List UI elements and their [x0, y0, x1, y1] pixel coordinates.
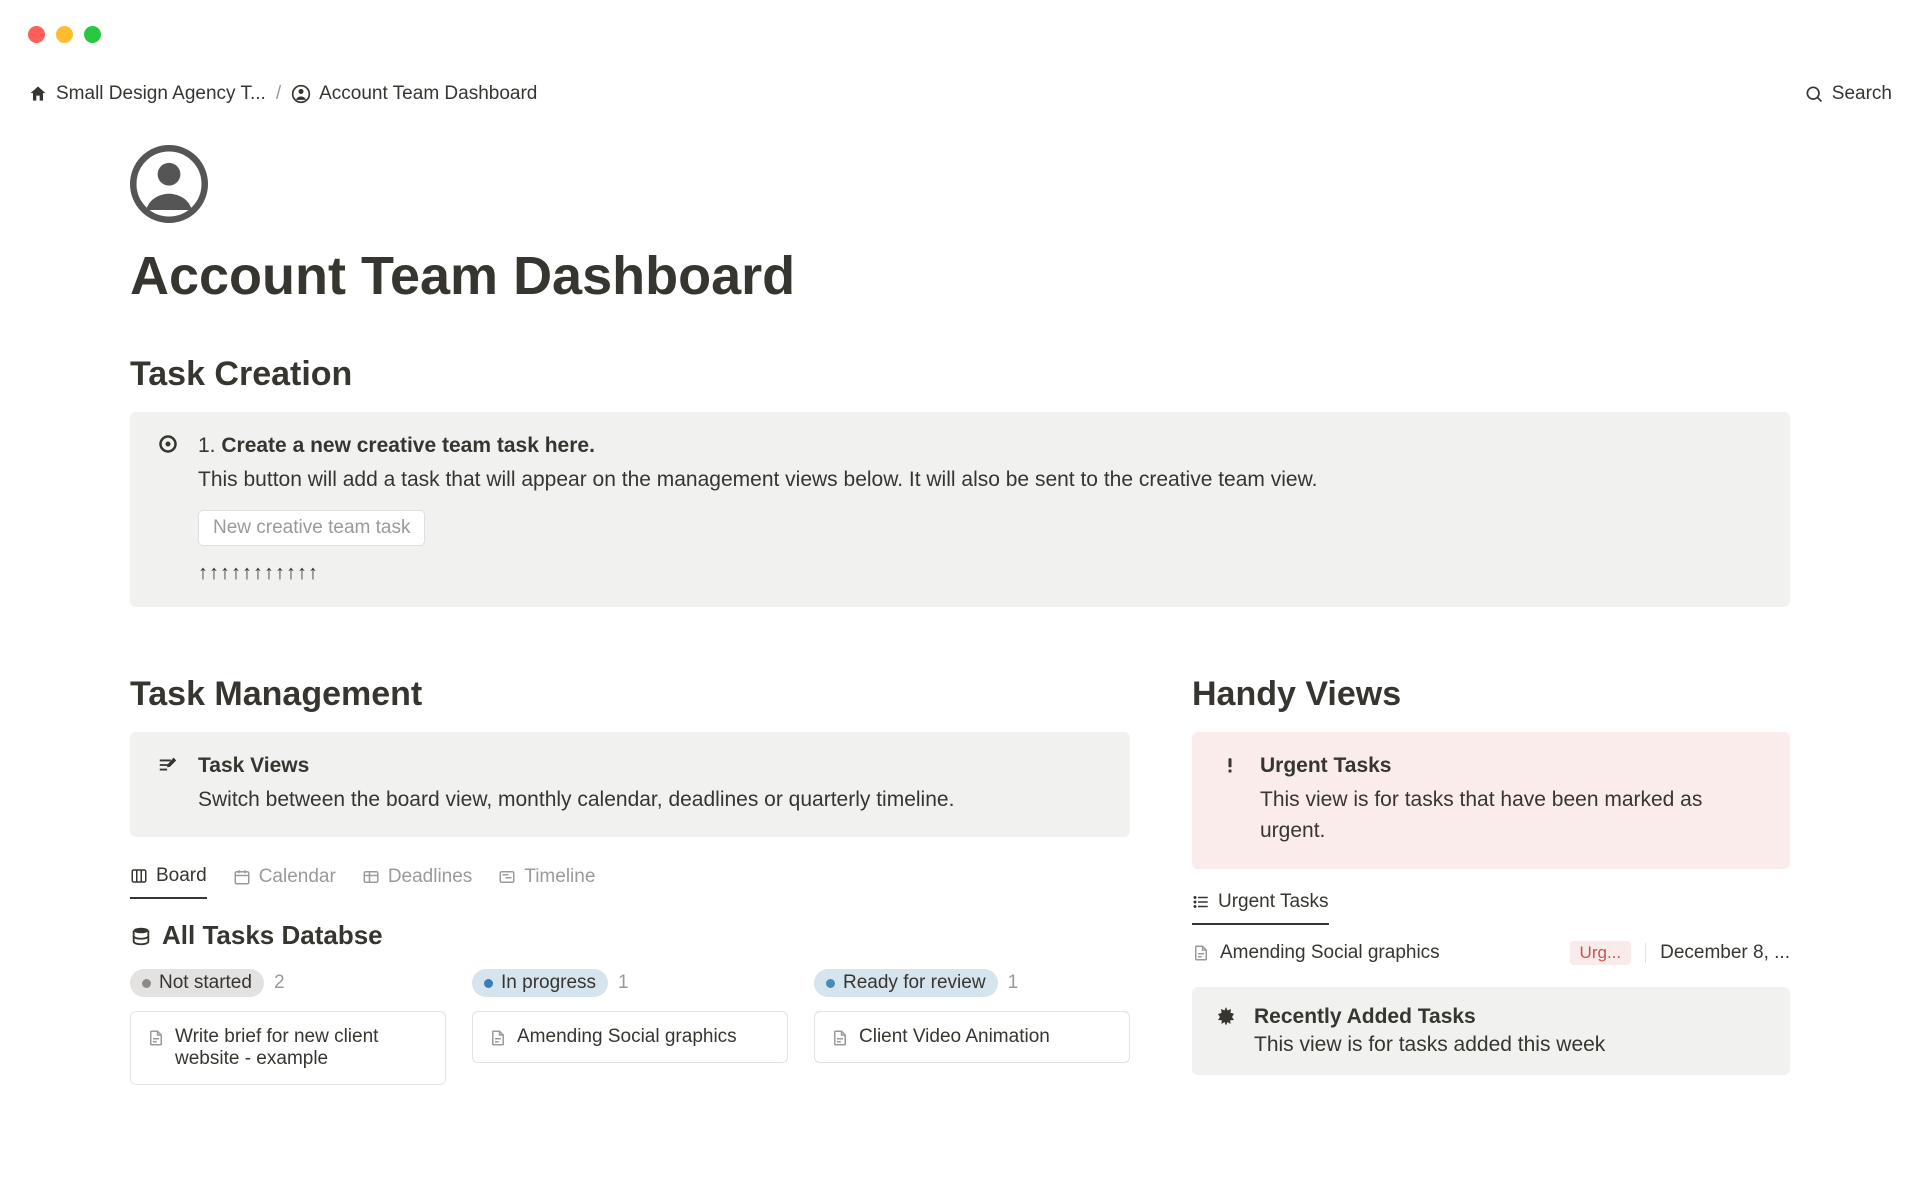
status-dot-icon	[826, 979, 835, 988]
account-icon	[291, 84, 311, 104]
tab-deadlines[interactable]: Deadlines	[362, 865, 473, 899]
breadcrumb-current-label: Account Team Dashboard	[319, 83, 537, 105]
database-icon	[130, 925, 152, 947]
status-label: Ready for review	[843, 972, 986, 994]
account-icon	[130, 145, 208, 223]
page-icon	[147, 1029, 165, 1047]
page-title: Account Team Dashboard	[130, 245, 1790, 307]
tab-calendar[interactable]: Calendar	[233, 865, 336, 899]
callout-description: This button will add a task that will ap…	[198, 464, 1764, 496]
database-title-label: All Tasks Databse	[162, 920, 383, 951]
section-heading-task-management: Task Management	[130, 675, 1130, 714]
page-icon	[831, 1029, 849, 1047]
topbar: Small Design Agency T... / Account Team …	[0, 57, 1920, 105]
tab-label: Board	[156, 865, 207, 887]
urgent-tasks-callout: Urgent Tasks This view is for tasks that…	[1192, 732, 1790, 869]
urgent-badge: Urg...	[1570, 941, 1632, 965]
search-icon	[1804, 84, 1824, 104]
section-heading-task-creation: Task Creation	[130, 355, 1790, 394]
search-label: Search	[1832, 83, 1892, 105]
callout-description: This view is for tasks added this week	[1254, 1033, 1605, 1057]
callout-description: This view is for tasks that have been ma…	[1260, 784, 1764, 847]
breadcrumb-separator: /	[276, 83, 281, 105]
urgent-task-row[interactable]: Amending Social graphics Urg... December…	[1192, 925, 1790, 981]
tab-label: Calendar	[259, 866, 336, 888]
column-count: 1	[1008, 972, 1019, 994]
section-heading-handy-views: Handy Views	[1192, 675, 1790, 714]
breadcrumb-root-label: Small Design Agency T...	[56, 83, 266, 105]
pen-icon	[156, 754, 180, 816]
view-tabs: Board Calendar Deadlines Timeline	[130, 865, 1130, 900]
board-column-ready-for-review: Ready for review 1 Client Video Animatio…	[814, 969, 1130, 1085]
status-pill[interactable]: Ready for review	[814, 969, 998, 997]
status-dot-icon	[142, 979, 151, 988]
tab-label: Timeline	[524, 866, 595, 888]
callout-title: 1. Create a new creative team task here.	[198, 434, 1764, 458]
card-title: Amending Social graphics	[517, 1026, 737, 1048]
callout-title: Urgent Tasks	[1260, 754, 1764, 778]
status-label: In progress	[501, 972, 596, 994]
minimize-window-button[interactable]	[56, 26, 73, 43]
bullet-icon	[156, 434, 180, 585]
board-icon	[130, 867, 148, 885]
new-creative-task-button[interactable]: New creative team task	[198, 510, 425, 546]
callout-description: Switch between the board view, monthly c…	[198, 784, 1104, 816]
status-pill[interactable]: In progress	[472, 969, 608, 997]
tab-label: Deadlines	[388, 866, 473, 888]
board-card[interactable]: Write brief for new client website - exa…	[130, 1011, 446, 1085]
maximize-window-button[interactable]	[84, 26, 101, 43]
page-icon[interactable]	[130, 145, 1790, 223]
database-title[interactable]: All Tasks Databse	[130, 920, 1130, 951]
step-number: 1.	[198, 434, 216, 457]
board-card[interactable]: Amending Social graphics	[472, 1011, 788, 1063]
breadcrumb: Small Design Agency T... / Account Team …	[28, 83, 537, 105]
exclamation-icon	[1218, 754, 1242, 847]
calendar-icon	[233, 868, 251, 886]
page-content: Account Team Dashboard Task Creation 1. …	[0, 105, 1920, 1085]
page-icon	[1192, 944, 1210, 962]
status-dot-icon	[484, 979, 493, 988]
tab-timeline[interactable]: Timeline	[498, 865, 595, 899]
kanban-board: Not started 2 Write brief for new client…	[130, 969, 1130, 1085]
board-column-not-started: Not started 2 Write brief for new client…	[130, 969, 446, 1085]
step-title: Create a new creative team task here.	[221, 434, 595, 457]
callout-title: Recently Added Tasks	[1254, 1005, 1605, 1029]
breadcrumb-current[interactable]: Account Team Dashboard	[291, 83, 537, 105]
column-count: 2	[274, 972, 285, 994]
board-card[interactable]: Client Video Animation	[814, 1011, 1130, 1063]
card-title: Client Video Animation	[859, 1026, 1050, 1048]
search-button[interactable]: Search	[1804, 83, 1892, 105]
task-date: December 8, ...	[1660, 942, 1790, 964]
timeline-icon	[498, 868, 516, 886]
list-icon	[1192, 893, 1210, 911]
callout-title: Task Views	[198, 754, 1104, 778]
recently-added-callout: Recently Added Tasks This view is for ta…	[1192, 987, 1790, 1075]
tab-label: Urgent Tasks	[1218, 891, 1329, 913]
task-creation-callout: 1. Create a new creative team task here.…	[130, 412, 1790, 607]
table-icon	[362, 868, 380, 886]
board-column-in-progress: In progress 1 Amending Social graphics	[472, 969, 788, 1085]
column-count: 1	[618, 972, 629, 994]
card-title: Write brief for new client website - exa…	[175, 1026, 429, 1070]
arrows-indicator: ↑↑↑↑↑↑↑↑↑↑↑	[198, 562, 1764, 585]
close-window-button[interactable]	[28, 26, 45, 43]
page-icon	[489, 1029, 507, 1047]
status-label: Not started	[159, 972, 252, 994]
burst-icon	[1214, 1005, 1238, 1057]
breadcrumb-root[interactable]: Small Design Agency T...	[28, 83, 266, 105]
task-title: Amending Social graphics	[1220, 942, 1440, 964]
task-views-callout: Task Views Switch between the board view…	[130, 732, 1130, 838]
window-traffic-lights	[0, 0, 1920, 43]
separator	[1645, 943, 1646, 963]
home-icon	[28, 84, 48, 104]
status-pill[interactable]: Not started	[130, 969, 264, 997]
tab-board[interactable]: Board	[130, 865, 207, 899]
urgent-tasks-tab[interactable]: Urgent Tasks	[1192, 891, 1329, 925]
